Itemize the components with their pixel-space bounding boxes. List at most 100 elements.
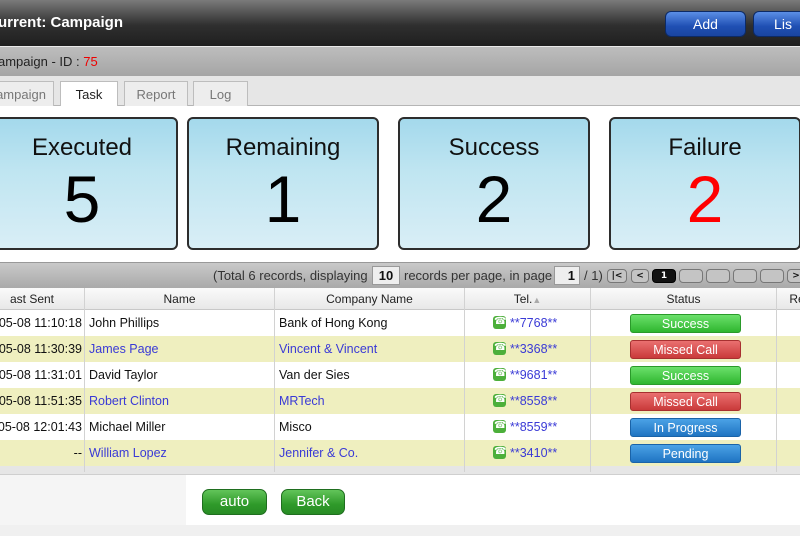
pagination-bar: (Total 6 records, displaying 10 records … xyxy=(0,262,800,288)
cell-company: Misco xyxy=(279,420,312,434)
tel-value[interactable]: **3368** xyxy=(510,342,557,356)
cell-company: Bank of Hong Kong xyxy=(279,316,388,330)
cell-name[interactable]: Robert Clinton xyxy=(89,388,272,414)
campaign-id-bar: ampaign - ID : 75 xyxy=(0,46,800,76)
table-header: ast Sent Name Company Name Tel.▲ Status … xyxy=(0,288,800,310)
page-input[interactable]: 1 xyxy=(554,266,580,285)
page-title: urrent: Campaign xyxy=(0,14,124,31)
column-divider xyxy=(776,288,777,472)
status-badge: Success xyxy=(630,366,741,385)
table-body: 05-08 11:10:18 John Phillips Bank of Hong … xyxy=(0,310,800,466)
stats-panel: Executed 5 Remaining 1 Success 2 Failure… xyxy=(0,106,800,262)
campaign-id-text: ampaign - ID : xyxy=(0,54,84,69)
page-button-empty[interactable] xyxy=(733,269,757,283)
cell-last-sent: -- xyxy=(73,446,82,460)
remaining-card: Remaining 1 xyxy=(187,117,379,250)
cell-company[interactable]: Jennifer & Co. xyxy=(279,440,462,466)
column-divider xyxy=(274,288,275,472)
failure-card: Failure 2 xyxy=(609,117,800,250)
success-value: 2 xyxy=(475,162,513,236)
cell-company[interactable]: MRTech xyxy=(279,388,462,414)
column-divider xyxy=(590,288,591,472)
status-badge: Success xyxy=(630,314,741,333)
cell-company[interactable]: Vincent & Vincent xyxy=(279,336,462,362)
top-bar: urrent: Campaign Add Lis xyxy=(0,0,800,46)
next-page-button[interactable]: > xyxy=(787,269,800,283)
cell-company: Van der Sies xyxy=(279,368,350,382)
tel-value[interactable]: **3410** xyxy=(510,446,557,460)
pager-mid-text: records per page, in page xyxy=(404,268,553,283)
tab-report[interactable]: Report xyxy=(124,81,188,107)
tab-log[interactable]: Log xyxy=(193,81,248,107)
tab-strip: ampaign Task Report Log xyxy=(0,76,800,108)
cell-name[interactable]: James Page xyxy=(89,336,272,362)
page-button-current[interactable]: 1 xyxy=(652,269,676,283)
status-badge: Pending xyxy=(630,444,741,463)
col-company[interactable]: Company Name xyxy=(275,288,465,310)
tel-value[interactable]: **8559** xyxy=(510,420,557,434)
add-button[interactable]: Add xyxy=(665,11,746,37)
col-tel[interactable]: Tel.▲ xyxy=(465,288,591,310)
cell-tel[interactable]: **3368** xyxy=(493,336,588,362)
tab-campaign[interactable]: ampaign xyxy=(0,81,54,107)
col-status[interactable]: Status xyxy=(591,288,777,310)
phone-icon[interactable] xyxy=(493,440,506,465)
failure-value: 2 xyxy=(686,162,724,236)
per-page-input[interactable]: 10 xyxy=(372,266,400,285)
success-label: Success xyxy=(448,134,540,161)
tab-task[interactable]: Task xyxy=(60,81,118,108)
executed-card: Executed 5 xyxy=(0,117,178,250)
auto-button[interactable]: auto xyxy=(202,489,267,515)
table-row[interactable]: 05-08 11:31:01 David Taylor Van der Sies **… xyxy=(0,362,800,388)
cell-last-sent: 05-08 11:31:01 xyxy=(0,368,82,382)
col-last-sent[interactable]: ast Sent xyxy=(0,288,85,310)
list-button[interactable]: Lis xyxy=(753,11,800,37)
page-button-empty[interactable] xyxy=(706,269,730,283)
cell-tel[interactable]: **3410** xyxy=(493,440,588,466)
col-remarks[interactable]: Re xyxy=(777,288,800,310)
phone-icon[interactable] xyxy=(493,310,506,335)
column-divider xyxy=(464,288,465,472)
prev-page-button[interactable]: < xyxy=(631,269,649,283)
col-tel-label: Tel. xyxy=(513,292,533,306)
table-row[interactable]: 05-08 11:30:39 James Page Vincent & Vincen… xyxy=(0,336,800,362)
table-row[interactable]: 05-08 11:10:18 John Phillips Bank of Hong … xyxy=(0,310,800,336)
col-name[interactable]: Name xyxy=(85,288,275,310)
cell-last-sent: 05-08 11:51:35 xyxy=(0,394,82,408)
cell-tel[interactable]: **8558** xyxy=(493,388,588,414)
failure-label: Failure xyxy=(668,134,742,161)
phone-icon[interactable] xyxy=(493,336,506,361)
campaign-id-label: ampaign - ID : 75 xyxy=(0,54,98,69)
footer-bar: auto Back xyxy=(0,474,800,536)
executed-label: Executed xyxy=(31,134,133,161)
table-row[interactable]: 05-08 11:51:35 Robert Clinton MRTech **8558… xyxy=(0,388,800,414)
remaining-value: 1 xyxy=(264,162,302,236)
success-card: Success 2 xyxy=(398,117,590,250)
cell-tel[interactable]: **9681** xyxy=(493,362,588,388)
cell-last-sent: 05-08 11:30:39 xyxy=(0,342,82,356)
campaign-id-value: 75 xyxy=(83,54,98,69)
cell-name: John Phillips xyxy=(89,316,160,330)
tel-value[interactable]: **7768** xyxy=(510,316,557,330)
back-button[interactable]: Back xyxy=(281,489,345,515)
table-row[interactable]: -- William Lopez Jennifer & Co. **3410** Pen… xyxy=(0,440,800,466)
first-page-button[interactable]: |< xyxy=(607,269,627,283)
status-badge: Missed Call xyxy=(630,340,741,359)
cell-name[interactable]: William Lopez xyxy=(89,440,272,466)
footer-left-panel xyxy=(0,475,186,525)
cell-name: David Taylor xyxy=(89,368,158,382)
cell-tel[interactable]: **8559** xyxy=(493,414,588,440)
table-row[interactable]: 05-08 12:01:43 Michael Miller Misco **8559*… xyxy=(0,414,800,440)
phone-icon[interactable] xyxy=(493,362,506,387)
page-button-empty[interactable] xyxy=(679,269,703,283)
phone-icon[interactable] xyxy=(493,414,506,439)
page-button-empty[interactable] xyxy=(760,269,784,283)
phone-icon[interactable] xyxy=(493,388,506,413)
cell-last-sent: 05-08 11:10:18 xyxy=(0,316,82,330)
column-divider xyxy=(84,288,85,472)
tel-value[interactable]: **9681** xyxy=(510,368,557,382)
cell-tel[interactable]: **7768** xyxy=(493,310,588,336)
status-badge: In Progress xyxy=(630,418,741,437)
tel-value[interactable]: **8558** xyxy=(510,394,557,408)
pager-total-pages: / 1) xyxy=(584,268,603,283)
